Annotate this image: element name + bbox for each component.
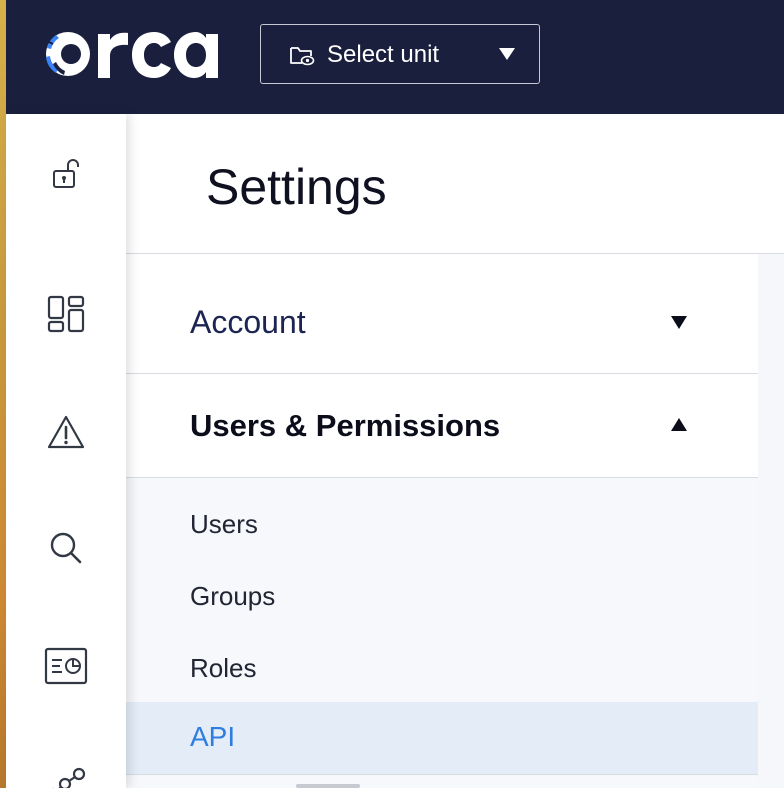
search-icon: [50, 532, 82, 564]
nav-graph[interactable]: [36, 754, 96, 788]
alert-triangle-icon: [47, 415, 85, 449]
submenu-item-users[interactable]: Users: [126, 486, 758, 558]
collapse-triangle-icon: [671, 418, 687, 431]
select-unit-dropdown[interactable]: Select unit: [260, 24, 540, 84]
eye-folder-icon: [290, 47, 315, 66]
detail-pane-edge: [758, 254, 784, 788]
submenu-item-roles[interactable]: Roles: [126, 630, 758, 702]
section-users-permissions[interactable]: Users & Permissions: [126, 374, 758, 478]
page-header: Settings: [126, 114, 784, 254]
dashboard-icon: [47, 295, 85, 333]
section-users-permissions-label: Users & Permissions: [190, 408, 501, 443]
orca-logo-graphic: [46, 32, 218, 78]
page-title: Settings: [206, 159, 387, 215]
dropdown-caret-icon: [499, 48, 515, 60]
submenu-item-api[interactable]: API: [126, 702, 758, 774]
top-bar: orca Select unit: [6, 0, 784, 114]
submenu-item-label: API: [190, 721, 236, 752]
submenu-item-label: Roles: [190, 653, 257, 683]
submenu-item-groups[interactable]: Groups: [126, 558, 758, 630]
unlock-icon: [53, 159, 79, 188]
nav-unlock[interactable]: [36, 144, 96, 204]
nav-alerts[interactable]: [36, 402, 96, 462]
side-nav-rail: [6, 114, 126, 788]
expand-triangle-icon: [671, 316, 687, 329]
nav-dashboard[interactable]: [36, 284, 96, 344]
users-permissions-submenu: Users Groups Roles API: [126, 478, 758, 788]
orca-logo[interactable]: orca: [44, 28, 220, 80]
section-account-label: Account: [190, 304, 306, 340]
nav-reports[interactable]: [36, 636, 96, 696]
nav-search[interactable]: [36, 518, 96, 578]
select-unit-label: Select unit: [327, 41, 440, 68]
graph-icon: [51, 767, 86, 788]
scrollbar-thumb[interactable]: [296, 784, 360, 788]
submenu-item-label: Groups: [190, 581, 276, 611]
submenu-item-label: Users: [190, 509, 258, 539]
settings-menu: Account Users & Permissions Users Groups…: [126, 254, 758, 788]
report-icon: [44, 647, 88, 685]
divider: [126, 774, 758, 775]
section-account[interactable]: Account: [126, 254, 758, 374]
